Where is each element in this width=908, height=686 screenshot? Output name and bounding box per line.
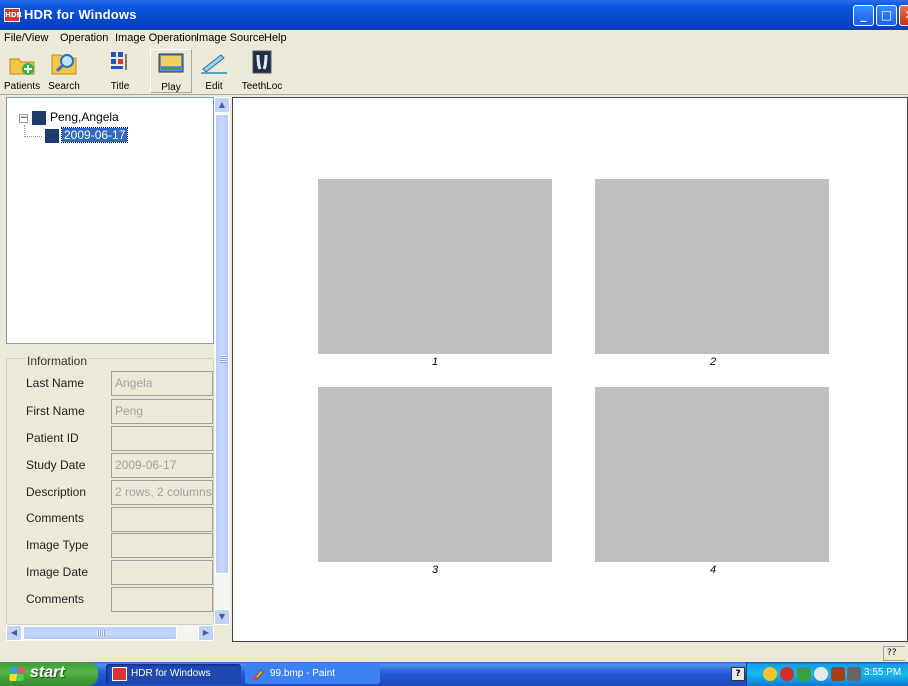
patient-icon [32,111,46,125]
scroll-grip-icon [97,630,105,636]
system-tray: 3:55 PM [746,662,908,686]
minimize-button[interactable]: _ [853,5,874,26]
image-thumbnail-2[interactable] [595,179,829,354]
scroll-up-button[interactable]: ▲ [214,97,230,113]
tree-connector [24,136,42,137]
menu-file-view[interactable]: File/View [4,32,48,44]
study-date-label: Study Date [26,458,86,472]
menu-operation[interactable]: Operation [60,32,108,44]
image-date-label: Image Date [26,565,89,579]
menu-help[interactable]: Help [264,32,287,44]
taskbar: start HDR for Windows 99.bmp - Paint ? 3… [0,662,908,686]
image-type-field[interactable] [111,533,213,558]
thumbnail-label-2: 2 [709,356,717,368]
security-shield-icon[interactable] [763,667,777,681]
tree-node-study[interactable]: 2009-06-17 [60,127,129,143]
clock: 3:55 PM [864,667,902,678]
search-folder-icon [51,54,77,75]
first-name-label: First Name [26,404,85,418]
network-icon[interactable] [797,667,811,681]
display-icon[interactable] [847,667,861,681]
tree-collapse-toggle[interactable]: − [19,114,28,123]
description-label: Description [26,485,87,499]
menu-bar: File/View Operation Image Operation Imag… [0,30,908,47]
horizontal-scrollbar[interactable]: ◀ ▶ [6,625,214,641]
image-type-label: Image Type [26,538,89,552]
maximize-button[interactable]: □ [876,5,897,26]
toolbar: Patients Search Title Play Edit TeethLoc [0,47,908,95]
patients-add-icon [9,58,35,75]
last-name-label: Last Name [26,376,85,390]
menu-image-operation[interactable]: Image Operation [115,32,197,44]
horizontal-scroll-thumb[interactable] [23,626,177,640]
description-field[interactable]: 2 rows, 2 columns [111,480,213,505]
teeth-xray-icon [252,50,272,74]
title-bar[interactable]: HDR HDR for Windows _ □ ✕ [0,0,908,30]
scroll-right-button[interactable]: ▶ [198,625,214,641]
scroll-down-button[interactable]: ▼ [214,609,230,625]
information-legend: Information [26,354,89,368]
image-viewer[interactable]: 1 2 3 4 [232,97,908,642]
close-button[interactable]: ✕ [899,5,908,26]
image-date-field[interactable] [111,560,213,585]
patient-id-label: Patient ID [26,431,79,445]
patient-id-field[interactable] [111,426,213,451]
status-bar: ?? [0,644,908,662]
play-slideshow-icon [158,53,184,73]
patients-button[interactable]: Patients [4,49,40,93]
search-button[interactable]: Search [44,49,84,93]
menu-image-source[interactable]: Image Source [196,32,264,44]
thumbnail-label-4: 4 [709,564,717,576]
study-icon [45,129,59,143]
image-comments-field[interactable] [111,587,213,612]
help-tray-icon[interactable]: ? [731,667,745,681]
taskbar-item-paint[interactable]: 99.bmp - Paint [245,664,380,684]
scroll-grip-icon [220,355,226,363]
windows-logo-icon [9,667,25,681]
first-name-field[interactable]: Peng [111,399,213,424]
hdr-app-icon [112,667,127,681]
volume-icon[interactable] [831,667,845,681]
taskbar-item-hdr[interactable]: HDR for Windows [106,664,241,684]
left-panel: − Peng,Angela 2009-06-17 Information Las… [6,97,230,642]
tree-node-patient[interactable]: Peng,Angela [50,110,119,124]
thumbnail-label-1: 1 [431,356,439,368]
study-date-field[interactable]: 2009-06-17 [111,453,213,478]
thumbnail-label-3: 3 [431,564,439,576]
update-icon[interactable] [814,667,828,681]
title-icon [111,52,127,70]
image-thumbnail-1[interactable] [318,179,552,354]
last-name-field[interactable]: Angela [111,371,213,396]
image-thumbnail-4[interactable] [595,387,829,562]
window-title: HDR for Windows [24,7,137,22]
title-button[interactable]: Title [102,49,138,93]
edit-button[interactable]: Edit [196,49,232,93]
comments-field[interactable] [111,507,213,532]
image-thumbnail-3[interactable] [318,387,552,562]
play-button[interactable]: Play [150,49,192,93]
scroll-left-button[interactable]: ◀ [6,625,22,641]
app-icon: HDR [4,8,22,22]
paint-brush-icon [253,669,264,681]
teethloc-button[interactable]: TeethLoc [240,49,284,93]
start-button[interactable]: start [0,662,98,686]
status-cell: ?? [883,646,905,661]
antivirus-icon[interactable] [780,667,794,681]
edit-pencil-icon [201,54,227,74]
vertical-scroll-thumb[interactable] [215,114,229,574]
patient-tree[interactable]: − Peng,Angela 2009-06-17 [6,97,214,344]
image-comments-label: Comments [26,592,85,606]
vertical-scrollbar[interactable]: ▲ ▼ [214,97,230,625]
comments-label: Comments [26,511,85,525]
